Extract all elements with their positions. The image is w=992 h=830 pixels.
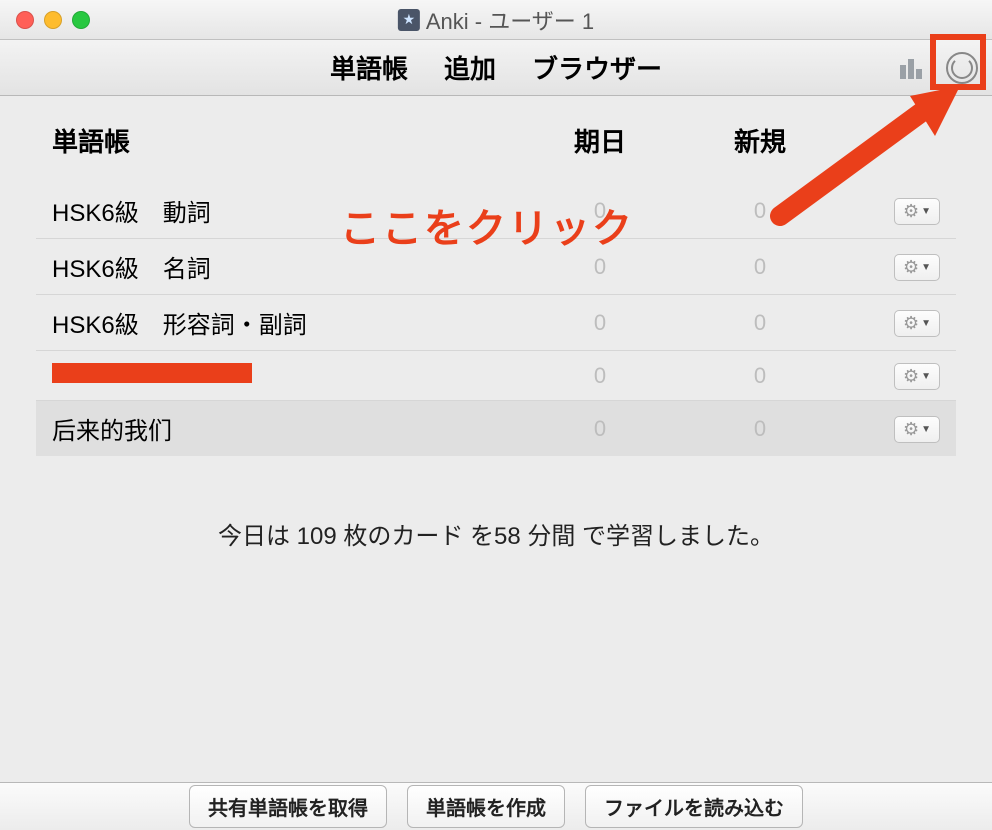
toolbar: 単語帳 追加 ブラウザー	[0, 40, 992, 96]
chevron-down-icon: ▼	[921, 206, 931, 217]
deck-options-button[interactable]: ⚙▼	[894, 198, 940, 225]
deck-options-button[interactable]: ⚙▼	[894, 416, 940, 443]
window-title-text: Anki - ユーザー 1	[426, 4, 594, 36]
main-area: 単語帳 期日 新規 HSK6級 動詞00⚙▼HSK6級 名詞00⚙▼HSK6級 …	[0, 96, 992, 782]
window-close-button[interactable]	[16, 11, 34, 29]
deck-row: HSK6級 形容詞・副詞00⚙▼	[36, 295, 956, 351]
deck-options-button[interactable]: ⚙▼	[894, 310, 940, 337]
redacted-deck-name	[52, 363, 252, 383]
deck-name[interactable]: 后来的我们	[52, 411, 520, 446]
gear-icon: ⚙	[903, 313, 919, 334]
deck-name[interactable]: HSK6級 名詞	[52, 249, 520, 284]
new-count: 0	[680, 416, 840, 442]
new-count: 0	[680, 363, 840, 389]
gear-icon: ⚙	[903, 419, 919, 440]
deck-row: HSK6級 名詞00⚙▼	[36, 239, 956, 295]
toolbar-tabs: 単語帳 追加 ブラウザー	[330, 49, 662, 86]
tab-browser[interactable]: ブラウザー	[532, 49, 662, 86]
gear-icon: ⚙	[903, 257, 919, 278]
deck-row: 后来的我们00⚙▼	[36, 401, 956, 456]
sync-icon[interactable]	[946, 52, 978, 84]
create-deck-button[interactable]: 単語帳を作成	[407, 785, 565, 828]
deck-name[interactable]	[52, 362, 520, 390]
window-maximize-button[interactable]	[72, 11, 90, 29]
app-icon: ★	[398, 9, 420, 31]
chevron-down-icon: ▼	[921, 318, 931, 329]
due-count: 0	[520, 416, 680, 442]
deck-name[interactable]: HSK6級 動詞	[52, 193, 520, 228]
get-shared-button[interactable]: 共有単語帳を取得	[189, 785, 387, 828]
window-minimize-button[interactable]	[44, 11, 62, 29]
window-title: ★ Anki - ユーザー 1	[398, 4, 594, 36]
new-count: 0	[680, 198, 840, 224]
bottom-bar: 共有単語帳を取得 単語帳を作成 ファイルを読み込む	[0, 782, 992, 830]
deck-name[interactable]: HSK6級 形容詞・副詞	[52, 305, 520, 340]
header-deck: 単語帳	[52, 122, 520, 159]
deck-options-button[interactable]: ⚙▼	[894, 363, 940, 390]
new-count: 0	[680, 254, 840, 280]
gear-icon: ⚙	[903, 201, 919, 222]
traffic-lights	[0, 11, 90, 29]
chevron-down-icon: ▼	[921, 424, 931, 435]
deck-list: HSK6級 動詞00⚙▼HSK6級 名詞00⚙▼HSK6級 形容詞・副詞00⚙▼…	[36, 183, 956, 456]
study-summary: 今日は 109 枚のカード を58 分間 で学習しました。	[36, 516, 956, 551]
titlebar: ★ Anki - ユーザー 1	[0, 0, 992, 40]
deck-row: 00 ⚙▼	[36, 351, 956, 401]
stats-icon[interactable]	[900, 57, 930, 79]
header-new: 新規	[680, 122, 840, 159]
header-due: 期日	[520, 122, 680, 159]
deck-row: HSK6級 動詞00⚙▼	[36, 183, 956, 239]
new-count: 0	[680, 310, 840, 336]
chevron-down-icon: ▼	[921, 371, 931, 382]
due-count: 0	[520, 198, 680, 224]
due-count: 0	[520, 310, 680, 336]
due-count: 0	[520, 363, 680, 389]
chevron-down-icon: ▼	[921, 262, 931, 273]
gear-icon: ⚙	[903, 366, 919, 387]
column-headers: 単語帳 期日 新規	[36, 114, 956, 183]
tab-decks[interactable]: 単語帳	[330, 49, 408, 86]
due-count: 0	[520, 254, 680, 280]
import-file-button[interactable]: ファイルを読み込む	[585, 785, 803, 828]
tab-add[interactable]: 追加	[444, 49, 496, 86]
deck-options-button[interactable]: ⚙▼	[894, 254, 940, 281]
